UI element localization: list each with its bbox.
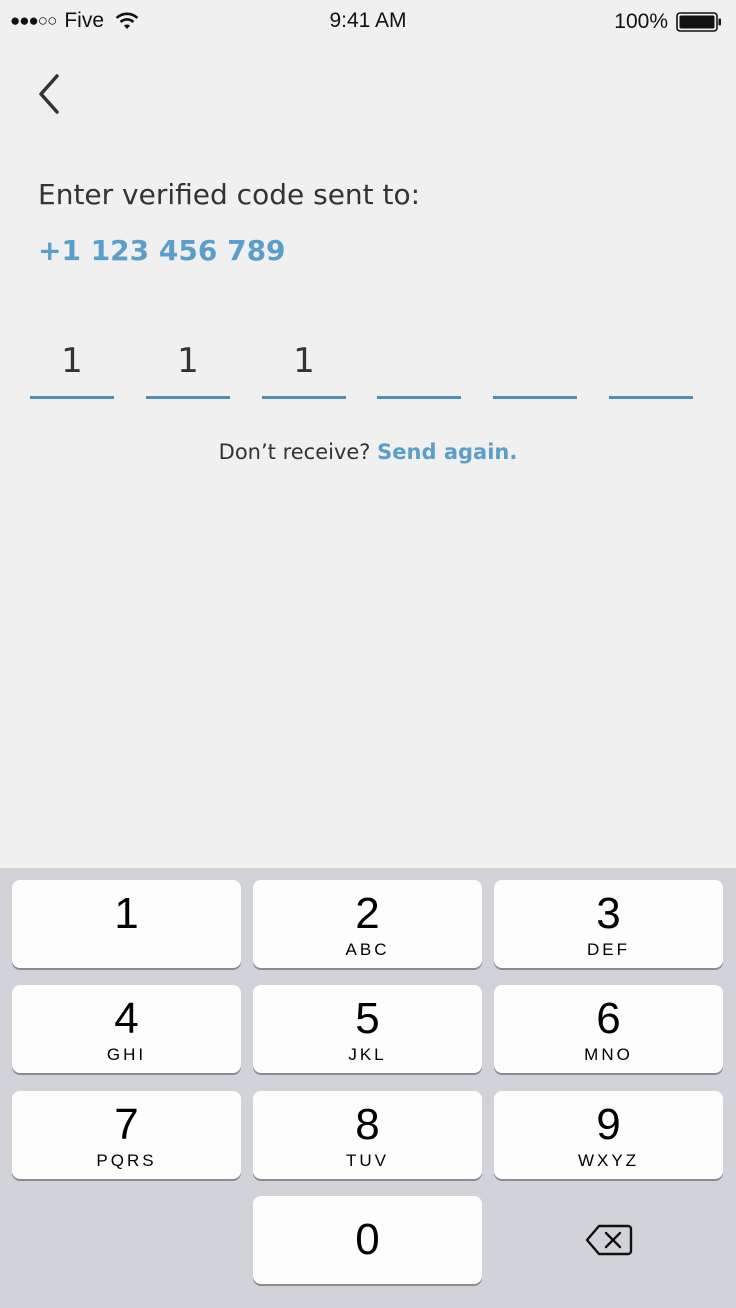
key-letters: ABC: [345, 940, 390, 959]
key-5[interactable]: 5 JKL: [253, 985, 482, 1073]
key-digit: 7: [114, 1100, 139, 1149]
key-digit: 6: [596, 994, 621, 1043]
resend-text: Don’t receive?: [218, 440, 371, 464]
key-digit: 9: [596, 1100, 621, 1149]
key-letters: DEF: [587, 940, 630, 959]
key-digit: 8: [355, 1100, 380, 1149]
status-right: 100%: [614, 10, 722, 34]
key-3[interactable]: 3 DEF: [494, 880, 723, 968]
key-letters: TUV: [346, 1151, 389, 1170]
key-letters: WXYZ: [577, 1151, 640, 1170]
chevron-left-icon: [39, 74, 59, 114]
key-2[interactable]: 2 ABC: [253, 880, 482, 968]
status-bar: ●●●○○ Five 9:41 AM 100%: [0, 0, 736, 42]
key-letters: PQRS: [96, 1151, 157, 1170]
key-4[interactable]: 4 GHI: [12, 985, 241, 1073]
key-0[interactable]: 0: [253, 1196, 482, 1284]
key-8[interactable]: 8 TUV: [253, 1091, 482, 1179]
key-digit: 5: [355, 994, 380, 1043]
key-letters: MNO: [584, 1045, 633, 1064]
phone-number: +1 123 456 789: [38, 234, 286, 267]
backspace-icon: [585, 1224, 632, 1256]
resend-row: Don’t receive? Send again.: [0, 440, 736, 464]
code-digit-5[interactable]: [493, 336, 577, 399]
battery-icon: [676, 12, 721, 32]
code-digit-6[interactable]: [609, 336, 693, 399]
key-7[interactable]: 7 PQRS: [12, 1091, 241, 1179]
send-again-link[interactable]: Send again.: [377, 440, 517, 464]
code-input-row: 1 1 1: [30, 336, 693, 399]
key-1[interactable]: 1: [12, 880, 241, 968]
key-digit: 3: [596, 889, 621, 938]
key-letters: GHI: [106, 1045, 147, 1064]
battery-percent: 100%: [614, 10, 668, 33]
delete-button[interactable]: [494, 1196, 723, 1284]
back-button[interactable]: [28, 70, 72, 118]
verification-prompt: Enter verified code sent to:: [38, 178, 421, 211]
key-digit: 2: [355, 889, 380, 938]
code-digit-1[interactable]: 1: [30, 336, 114, 399]
code-digit-3[interactable]: 1: [262, 336, 346, 399]
key-digit: 4: [114, 994, 139, 1043]
code-digit-2[interactable]: 1: [146, 336, 230, 399]
key-digit: 0: [355, 1215, 380, 1264]
key-letters: JKL: [348, 1045, 387, 1064]
key-9[interactable]: 9 WXYZ: [494, 1091, 723, 1179]
code-digit-4[interactable]: [377, 336, 461, 399]
key-6[interactable]: 6 MNO: [494, 985, 723, 1073]
key-digit: 1: [114, 889, 139, 938]
